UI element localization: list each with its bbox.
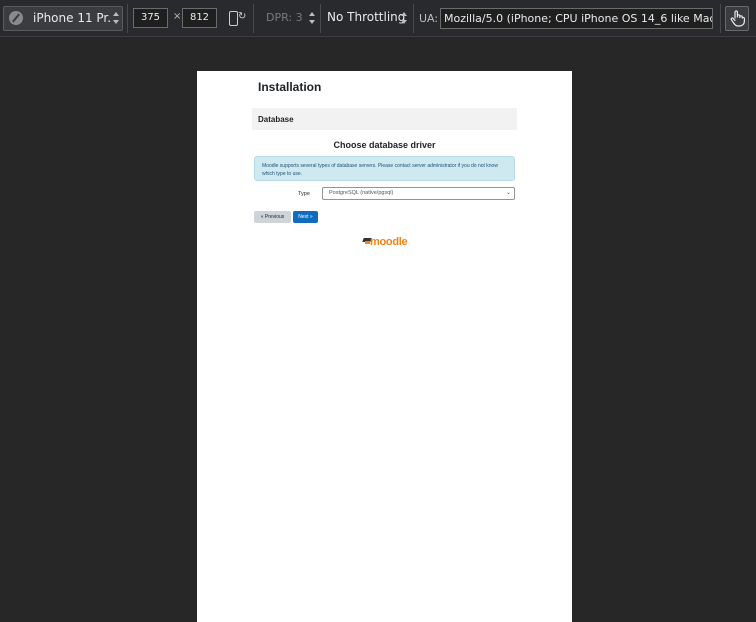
page-title: Installation [258, 80, 322, 94]
width-input[interactable]: 375 [133, 8, 168, 28]
section-header: Database [252, 108, 517, 130]
divider [127, 4, 128, 33]
device-name: iPhone 11 Pr... [33, 11, 111, 25]
height-input[interactable]: 812 [182, 8, 217, 28]
divider [413, 4, 414, 33]
throttling-select[interactable]: No Throttling [327, 10, 405, 24]
database-type-select[interactable]: PostgreSQL (native/pgsql) ⌄ [322, 187, 515, 200]
logo-text: moodle [370, 236, 408, 248]
user-agent-input[interactable]: Mozilla/5.0 (iPhone; CPU iPhone OS 14_6 … [440, 8, 713, 29]
times-sign: × [173, 11, 182, 22]
rotate-button[interactable]: ↻ [227, 8, 247, 28]
type-select-value: PostgreSQL (native/pgsql) [329, 190, 394, 196]
info-notice: Moodle supports several types of databas… [254, 156, 515, 181]
type-label: Type [298, 191, 310, 197]
device-toolbar: iPhone 11 Pr... 375 × 812 ↻ DPR: 3 No Th… [0, 0, 756, 37]
section-title: Database [258, 115, 294, 124]
divider [720, 4, 721, 33]
rotate-arrow-icon: ↻ [238, 11, 247, 22]
emulated-viewport: Installation Database Choose database dr… [197, 71, 572, 622]
rotate-icon [229, 11, 238, 26]
previous-button[interactable]: « Previous [254, 211, 291, 223]
select-arrows-icon [113, 12, 119, 24]
device-select[interactable]: iPhone 11 Pr... [3, 6, 123, 31]
throttling-arrows-icon [401, 12, 407, 24]
dpr-arrows-icon [309, 12, 315, 24]
moodle-logo: moodle [362, 236, 408, 249]
next-button[interactable]: Next » [293, 211, 318, 223]
dpr-select[interactable]: DPR: 3 [266, 11, 303, 24]
touch-toggle-button[interactable] [725, 6, 749, 31]
hand-pointer-icon [730, 10, 745, 27]
chevron-down-icon: ⌄ [505, 190, 511, 196]
ua-label: UA: [419, 12, 439, 25]
driver-heading: Choose database driver [333, 140, 436, 150]
device-icon [9, 11, 23, 25]
divider [320, 4, 321, 33]
divider [253, 4, 254, 33]
